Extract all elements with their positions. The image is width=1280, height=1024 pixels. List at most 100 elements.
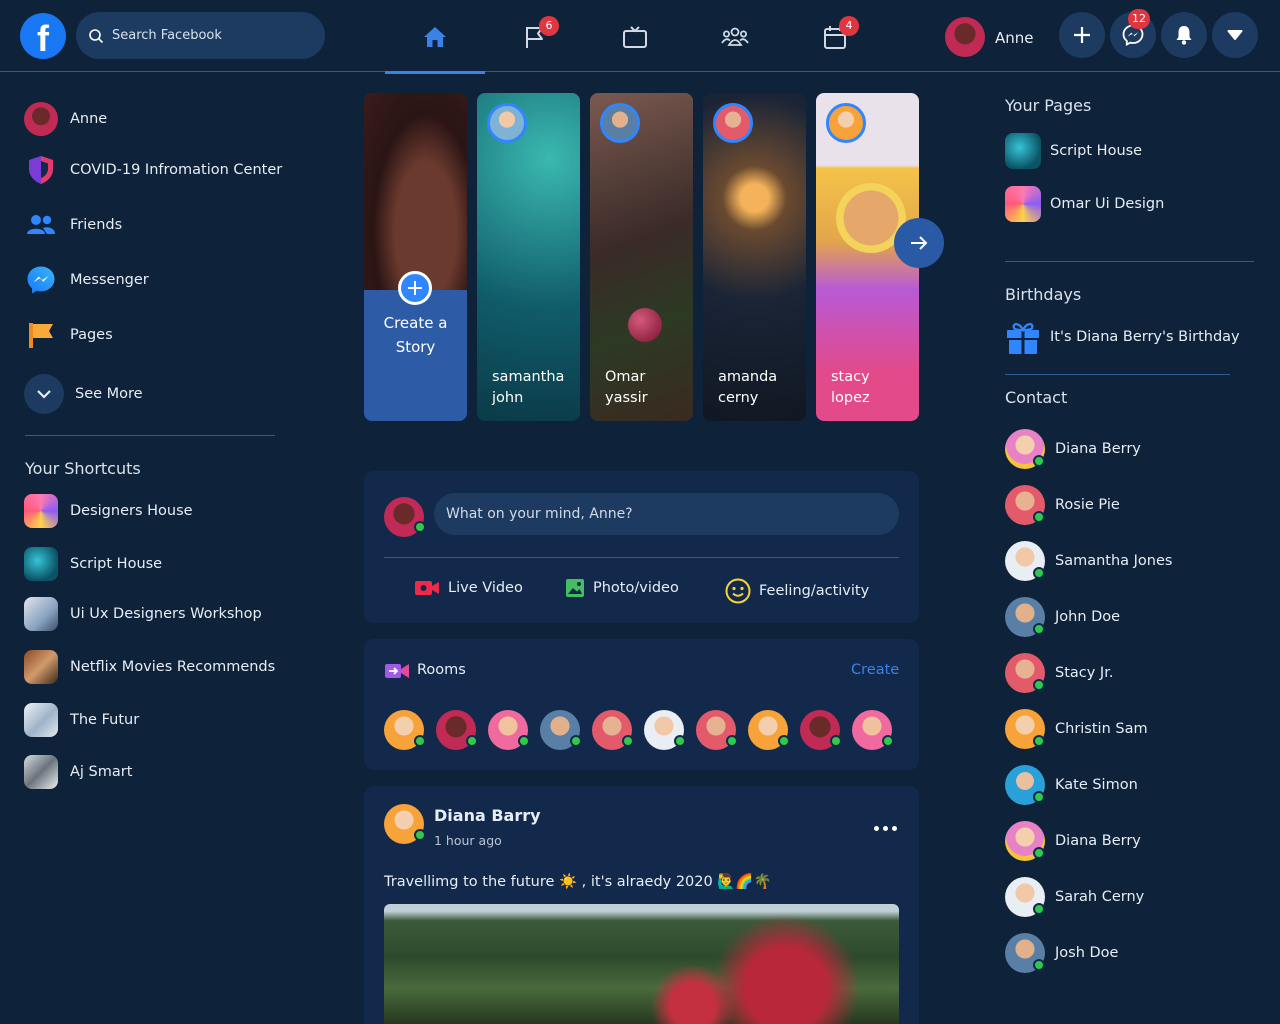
gift-icon <box>1007 323 1039 354</box>
notifications-button[interactable] <box>1161 12 1207 58</box>
page-item-omar-ui-design[interactable]: Omar Ui Design <box>1005 186 1164 222</box>
online-indicator <box>466 735 478 747</box>
search-box[interactable] <box>76 12 325 59</box>
contact-avatar <box>1005 933 1045 973</box>
sidebar-item-label: COVID-19 Infromation Center <box>70 162 283 178</box>
messenger-button[interactable]: 12 <box>1110 9 1156 58</box>
post-timestamp[interactable]: 1 hour ago <box>434 833 502 848</box>
shortcut-the-futur[interactable]: The Futur <box>24 700 139 740</box>
rooms-card <box>364 639 919 770</box>
contact-name: Sarah Cerny <box>1055 889 1145 905</box>
story-card[interactable]: amanda cerny <box>703 93 806 421</box>
sidebar-item-messenger[interactable]: Messenger <box>24 260 149 300</box>
online-indicator <box>778 735 790 747</box>
live-video-button[interactable]: Live Video <box>414 578 523 598</box>
feeling-label: Feeling/activity <box>759 583 870 599</box>
groups-icon <box>721 27 749 46</box>
stories-next-button[interactable] <box>894 218 944 268</box>
right-divider <box>1005 261 1254 262</box>
online-indicator <box>518 735 530 747</box>
story-avatar <box>826 103 866 143</box>
story-author: amanda cerny <box>718 369 778 406</box>
post-options-button[interactable] <box>874 818 900 838</box>
post-image[interactable] <box>384 904 899 1024</box>
flag-badge: 6 <box>539 16 559 36</box>
create-story-photo <box>364 93 467 290</box>
nav-watch[interactable] <box>585 14 685 60</box>
contact-item[interactable]: John Doe <box>1005 597 1120 637</box>
online-indicator <box>570 735 582 747</box>
contact-item[interactable]: Josh Doe <box>1005 933 1118 973</box>
contact-avatar <box>1005 485 1045 525</box>
story-avatar <box>487 103 527 143</box>
shortcut-label: Netflix Movies Recommends <box>70 659 276 675</box>
header-user-name[interactable]: Anne <box>995 29 1034 47</box>
contact-item[interactable]: Sarah Cerny <box>1005 877 1144 917</box>
online-indicator <box>414 829 426 841</box>
shortcut-script-house[interactable]: Script House <box>24 544 162 584</box>
sidebar-item-covid[interactable]: COVID-19 Infromation Center <box>24 150 282 190</box>
page-item-script-house[interactable]: Script House <box>1005 133 1142 169</box>
shortcut-thumbnail <box>24 650 58 684</box>
create-story-card[interactable]: Create a Story <box>364 93 467 421</box>
shortcut-thumbnail <box>24 755 58 789</box>
nav-groups[interactable] <box>685 14 785 60</box>
header-avatar[interactable] <box>945 17 985 57</box>
nav-events[interactable]: 4 <box>785 14 885 60</box>
contact-item[interactable]: Stacy Jr. <box>1005 653 1113 693</box>
online-indicator <box>674 735 686 747</box>
story-card[interactable]: Omar yassir <box>590 93 693 421</box>
sidebar-item-pages[interactable]: Pages <box>24 315 113 355</box>
shortcut-aj-smart[interactable]: Aj Smart <box>24 752 132 792</box>
composer-divider <box>384 557 899 558</box>
account-menu-button[interactable] <box>1212 12 1258 58</box>
contact-item[interactable]: Christin Sam <box>1005 709 1148 749</box>
bell-icon <box>1176 26 1192 45</box>
photo-video-button[interactable]: Photo/video <box>565 578 679 598</box>
story-card[interactable]: samantha john <box>477 93 580 421</box>
post-text: Travellimg to the future ☀️ , it's alrae… <box>384 874 772 890</box>
smiley-icon <box>725 578 751 604</box>
contact-item[interactable]: Diana Berry <box>1005 429 1141 469</box>
birthday-item[interactable]: It's Diana Berry's Birthday <box>1005 319 1240 355</box>
contact-avatar <box>1005 765 1045 805</box>
sidebar-item-label: See More <box>75 386 143 402</box>
contact-item[interactable]: Rosie Pie <box>1005 485 1120 525</box>
contact-name: Diana Berry <box>1055 833 1141 849</box>
shortcut-netflix-movies[interactable]: Netflix Movies Recommends <box>24 647 275 687</box>
pages-flag-icon <box>24 318 58 352</box>
sidebar-item-profile[interactable]: Anne <box>24 99 107 139</box>
contact-item[interactable]: Samantha Jones <box>1005 541 1172 581</box>
arrow-right-icon <box>911 236 928 250</box>
contact-name: Stacy Jr. <box>1055 665 1114 681</box>
contact-name: Kate Simon <box>1055 777 1138 793</box>
online-indicator <box>414 735 426 747</box>
rooms-create-link[interactable]: Create <box>851 662 899 678</box>
search-input[interactable] <box>112 28 302 43</box>
page-label: Script House <box>1050 143 1143 159</box>
plus-icon[interactable] <box>398 271 432 305</box>
tv-icon <box>623 26 647 48</box>
contact-item[interactable]: Kate Simon <box>1005 765 1138 805</box>
shortcut-designers-house[interactable]: Designers House <box>24 491 193 531</box>
story-author: samantha john <box>492 369 565 406</box>
story-author: Omar yassir <box>605 369 648 406</box>
shortcut-thumbnail <box>24 547 58 581</box>
messenger-icon <box>24 263 58 297</box>
composer-input[interactable]: What on your mind, Anne? <box>434 493 899 535</box>
nav-home[interactable] <box>385 14 485 74</box>
create-button[interactable] <box>1059 12 1105 58</box>
shortcut-label: Designers House <box>70 503 193 519</box>
nav-pages[interactable]: 6 <box>485 14 585 60</box>
contact-item[interactable]: Diana Berry <box>1005 821 1141 861</box>
feeling-activity-button[interactable]: Feeling/activity <box>725 578 869 604</box>
shortcut-uiux-workshop[interactable]: Ui Ux Designers Workshop <box>24 594 262 634</box>
see-more-button[interactable]: See More <box>24 373 143 415</box>
facebook-logo[interactable]: f <box>20 13 66 59</box>
plus-icon <box>1074 27 1090 43</box>
messenger-badge: 12 <box>1128 9 1150 29</box>
rooms-icon <box>385 664 409 678</box>
post-author-name[interactable]: Diana Barry <box>434 806 541 825</box>
home-icon <box>424 27 446 47</box>
sidebar-item-friends[interactable]: Friends <box>24 205 122 245</box>
